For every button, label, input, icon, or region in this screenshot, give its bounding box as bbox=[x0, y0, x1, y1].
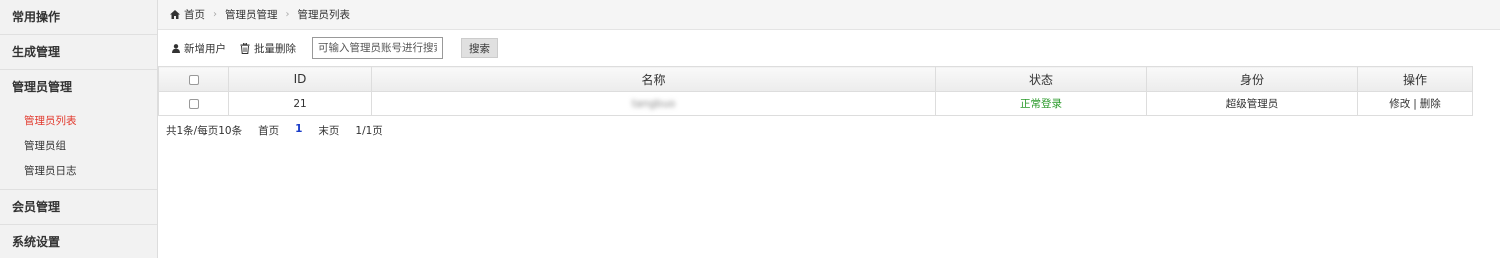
trash-icon bbox=[240, 42, 250, 54]
pager-pages: 1/1页 bbox=[355, 125, 383, 137]
sidebar-item-admin-log[interactable]: 管理员日志 bbox=[0, 159, 157, 184]
header-role: 身份 bbox=[1146, 66, 1358, 92]
select-all-checkbox[interactable] bbox=[188, 74, 199, 85]
add-user-label: 新增用户 bbox=[184, 42, 226, 55]
sidebar-item-admin-list[interactable]: 管理员列表 bbox=[0, 109, 157, 134]
breadcrumb-separator-icon: › bbox=[213, 8, 217, 20]
sidebar-group-admin[interactable]: 管理员管理 bbox=[0, 70, 157, 105]
delete-link[interactable]: 删除 bbox=[1420, 98, 1441, 110]
sidebar-item-admin-group[interactable]: 管理员组 bbox=[0, 134, 157, 159]
table-row: 21 tangbuo 正常登录 超级管理员 修改 | 删除 bbox=[158, 91, 1473, 116]
sidebar: 常用操作 生成管理 管理员管理 管理员列表 管理员组 管理员日志 会员管理 系统… bbox=[0, 0, 158, 258]
table-header-row: ID 名称 状态 身份 操作 bbox=[158, 66, 1473, 92]
search-input[interactable] bbox=[312, 37, 443, 59]
cell-actions: 修改 | 删除 bbox=[1357, 91, 1473, 116]
sidebar-group-member[interactable]: 会员管理 bbox=[0, 190, 157, 225]
cell-status: 正常登录 bbox=[935, 91, 1147, 116]
breadcrumb: 首页 › 管理员管理 › 管理员列表 bbox=[158, 0, 1500, 30]
pager-summary: 共1条/每页10条 bbox=[166, 125, 243, 137]
header-name: 名称 bbox=[371, 66, 936, 92]
batch-delete-label: 批量删除 bbox=[254, 42, 296, 55]
sidebar-group-settings[interactable]: 系统设置 bbox=[0, 225, 157, 258]
sidebar-group-common[interactable]: 常用操作 bbox=[0, 0, 157, 35]
sidebar-admin-submenu: 管理员列表 管理员组 管理员日志 bbox=[0, 105, 157, 190]
add-user-button[interactable]: 新增用户 bbox=[172, 41, 226, 56]
batch-delete-button[interactable]: 批量删除 bbox=[240, 41, 296, 56]
header-status: 状态 bbox=[935, 66, 1147, 92]
action-separator: | bbox=[1413, 98, 1417, 110]
pager-current: 1 bbox=[295, 123, 303, 135]
header-id: ID bbox=[228, 66, 372, 92]
cell-role: 超级管理员 bbox=[1146, 91, 1358, 116]
admin-table: ID 名称 状态 身份 操作 21 tangbuo 正常登录 超级管理员 修改 |… bbox=[158, 66, 1473, 116]
header-select-all bbox=[158, 66, 229, 92]
user-icon bbox=[172, 43, 180, 53]
header-actions: 操作 bbox=[1357, 66, 1473, 92]
cell-name: tangbuo bbox=[371, 91, 936, 116]
pager-first[interactable]: 首页 bbox=[258, 123, 279, 138]
main-content: 首页 › 管理员管理 › 管理员列表 新增用户 批量删除 搜索 bbox=[158, 0, 1500, 258]
pagination: 共1条/每页10条 首页 1 末页 1/1页 bbox=[158, 116, 1500, 138]
sidebar-group-generate[interactable]: 生成管理 bbox=[0, 35, 157, 70]
breadcrumb-home[interactable]: 首页 bbox=[184, 1, 205, 29]
row-checkbox[interactable] bbox=[188, 98, 199, 109]
cell-name-text: tangbuo bbox=[631, 97, 676, 110]
pager-last[interactable]: 末页 bbox=[318, 123, 339, 138]
search-button[interactable]: 搜索 bbox=[461, 38, 498, 58]
breadcrumb-admin-manage[interactable]: 管理员管理 bbox=[225, 1, 278, 29]
home-icon bbox=[170, 10, 180, 19]
row-select-cell bbox=[158, 91, 229, 116]
cell-id: 21 bbox=[228, 91, 372, 116]
breadcrumb-admin-list: 管理员列表 bbox=[297, 8, 351, 21]
edit-link[interactable]: 修改 bbox=[1389, 98, 1410, 110]
toolbar: 新增用户 批量删除 搜索 bbox=[158, 30, 1500, 66]
breadcrumb-separator-icon: › bbox=[285, 8, 290, 20]
